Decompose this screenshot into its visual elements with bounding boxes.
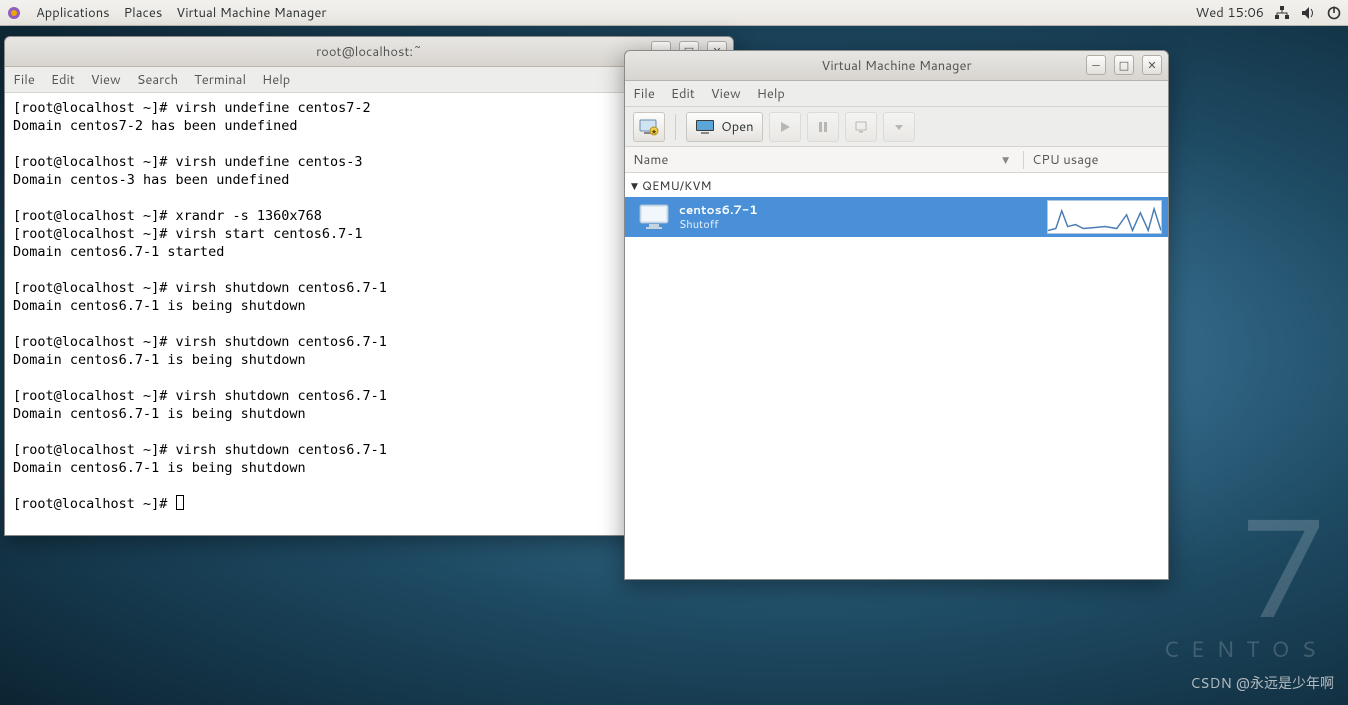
connection-label: QEMU/KVM [642,177,712,194]
network-icon[interactable] [1274,5,1290,21]
centos-branding: 7 CENTOS [1163,494,1328,665]
centos-version: 7 [1163,494,1328,634]
shutdown-icon [854,120,868,134]
pause-icon [816,120,830,134]
volume-icon[interactable] [1300,5,1316,21]
top-panel: Applications Places Virtual Machine Mana… [0,0,1348,26]
vm-list[interactable]: ▼ QEMU/KVM centos6.7-1 Shutoff [625,173,1168,579]
menu-edit[interactable]: Edit [671,85,695,103]
menu-file[interactable]: File [633,85,655,103]
terminal-output: [root@localhost ~]# virsh undefine cento… [13,100,387,512]
toolbar-separator [675,114,676,140]
chevron-down-icon [894,122,904,132]
new-vm-button[interactable]: ★ [633,112,665,142]
vm-monitor-icon [639,204,669,230]
sort-indicator-icon: ▼ [1002,153,1009,166]
connection-row[interactable]: ▼ QEMU/KVM [625,173,1168,197]
play-icon [778,120,792,134]
menu-search[interactable]: Search [137,71,178,89]
minimize-button[interactable]: — [1086,55,1106,75]
places-menu[interactable]: Places [124,4,163,22]
centos-name: CENTOS [1163,634,1328,665]
monitor-icon [695,119,715,135]
vmm-menubar: File Edit View Help [625,81,1168,107]
menu-view[interactable]: View [91,71,121,89]
svg-text:★: ★ [651,127,657,136]
vm-name: centos6.7-1 [679,202,758,217]
vmm-toolbar: ★ Open [625,107,1168,147]
maximize-button[interactable]: □ [1114,55,1134,75]
open-label: Open [721,118,754,136]
clock[interactable]: Wed 15:06 [1196,4,1264,22]
shutdown-menu-button[interactable] [883,112,915,142]
power-icon[interactable] [1326,5,1342,21]
pause-button[interactable] [807,112,839,142]
menu-help[interactable]: Help [757,85,785,103]
terminal-title: root@localhost:~ [316,43,422,61]
monitor-new-icon: ★ [639,118,659,136]
open-button[interactable]: Open [686,112,763,142]
distro-logo-icon [6,5,22,21]
menu-file[interactable]: File [13,71,35,89]
applications-menu[interactable]: Applications [36,4,110,22]
menu-view[interactable]: View [711,85,741,103]
column-name[interactable]: Name ▼ [625,151,1023,169]
vm-list-header: Name ▼ CPU usage [625,147,1168,173]
expand-arrow-icon[interactable]: ▼ [631,179,638,192]
vmm-title: Virtual Machine Manager [821,57,971,75]
menu-help[interactable]: Help [262,71,290,89]
column-cpu[interactable]: CPU usage [1023,151,1168,169]
menu-edit[interactable]: Edit [51,71,75,89]
menu-terminal[interactable]: Terminal [194,71,246,89]
vm-state: Shutoff [679,217,758,232]
active-app-menu[interactable]: Virtual Machine Manager [176,4,326,22]
cursor-icon [176,495,184,510]
shutdown-button[interactable] [845,112,877,142]
vm-row[interactable]: centos6.7-1 Shutoff [625,197,1168,237]
watermark: CSDN @永远是少年啊 [1190,673,1334,693]
close-button[interactable]: ✕ [1142,55,1162,75]
cpu-sparkline [1047,200,1162,234]
vmm-titlebar[interactable]: Virtual Machine Manager — □ ✕ [625,51,1168,81]
run-button[interactable] [769,112,801,142]
vmm-window: Virtual Machine Manager — □ ✕ File Edit … [624,50,1169,580]
